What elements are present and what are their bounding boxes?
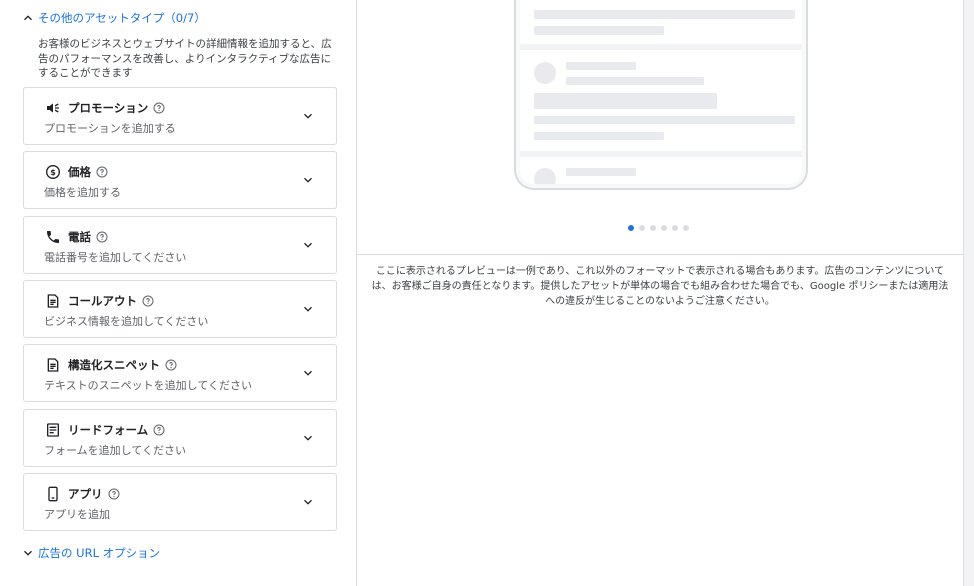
asset-card-subtitle: アプリを追加 (44, 508, 110, 521)
skeleton-line (566, 77, 704, 85)
chevron-down-icon (24, 550, 32, 556)
asset-card-phone[interactable]: 電話 電話番号を追加してください (23, 216, 337, 274)
skeleton-line (534, 26, 664, 35)
help-icon[interactable] (96, 166, 108, 178)
asset-card-app[interactable]: アプリ アプリを追加 (23, 473, 337, 531)
carousel-dot[interactable] (661, 225, 667, 231)
chevron-down-icon[interactable] (301, 238, 315, 252)
section-description: お客様のビジネスとウェブサイトの詳細情報を追加すると、広告のパフォーマンスを改善… (38, 38, 332, 79)
asset-card-subtitle: プロモーションを追加する (44, 122, 176, 135)
preview-divider (357, 254, 963, 255)
carousel-dot[interactable] (650, 225, 656, 231)
asset-card-subtitle: ビジネス情報を追加してください (44, 315, 209, 328)
skeleton-headline (534, 93, 717, 109)
help-icon[interactable] (96, 231, 108, 243)
carousel-dot[interactable] (672, 225, 678, 231)
chevron-down-icon[interactable] (301, 173, 315, 187)
help-icon[interactable] (153, 102, 165, 114)
megaphone-icon (47, 103, 59, 113)
carousel-dot[interactable] (683, 225, 689, 231)
chevron-down-icon[interactable] (301, 109, 315, 123)
ad-preview-panel: ここに表示されるプレビューは一例であり、これ以外のフォーマットで表示される場合も… (357, 0, 963, 586)
url-options-title: 広告の URL オプション (38, 546, 161, 560)
preview-separator (520, 151, 802, 157)
chevron-down-icon[interactable] (301, 366, 315, 380)
scrollbar-track[interactable] (963, 0, 974, 586)
other-asset-types-toggle[interactable]: その他のアセットタイプ（0/7） (21, 10, 206, 26)
phone-screen (520, 0, 802, 184)
ad-url-options-toggle[interactable]: 広告の URL オプション (21, 545, 160, 561)
phone-icon (47, 231, 59, 243)
preview-separator (520, 44, 802, 50)
asset-card-subtitle: 価格を追加する (44, 186, 121, 199)
carousel-indicator (628, 225, 689, 231)
asset-card-title: 電話 (68, 229, 108, 245)
carousel-dot[interactable] (639, 225, 645, 231)
help-icon[interactable] (153, 424, 165, 436)
skeleton-avatar (534, 62, 556, 84)
skeleton-avatar (534, 168, 556, 184)
document-icon (47, 294, 59, 308)
price-icon: $ (46, 165, 60, 179)
asset-card-promotion[interactable]: プロモーション プロモーションを追加する (23, 87, 337, 145)
skeleton-line (534, 10, 795, 19)
svg-text:$: $ (50, 168, 56, 177)
help-icon[interactable] (142, 295, 154, 307)
asset-card-title: 構造化スニペット (68, 357, 177, 373)
asset-settings-panel: その他のアセットタイプ（0/7） お客様のビジネスとウェブサイトの詳細情報を追加… (0, 0, 356, 586)
skeleton-line (534, 132, 664, 140)
chevron-up-icon (24, 15, 32, 21)
help-icon[interactable] (165, 359, 177, 371)
carousel-dot[interactable] (628, 225, 634, 231)
asset-card-subtitle: テキストのスニペットを追加してください (44, 379, 253, 392)
asset-card-title: 価格 (68, 164, 108, 180)
asset-card-title: リードフォーム (68, 422, 165, 438)
mobile-icon (48, 486, 58, 502)
asset-card-lead-form[interactable]: リードフォーム フォームを追加してください (23, 409, 337, 467)
form-icon (47, 423, 59, 437)
chevron-down-icon[interactable] (301, 302, 315, 316)
asset-card-title: コールアウト (68, 293, 154, 309)
asset-card-subtitle: フォームを追加してください (44, 444, 187, 457)
section-title: その他のアセットタイプ（0/7） (38, 11, 206, 25)
skeleton-line (566, 62, 636, 70)
help-icon[interactable] (108, 488, 120, 500)
asset-card-title: プロモーション (68, 100, 165, 116)
chevron-down-icon[interactable] (301, 431, 315, 445)
asset-card-title: アプリ (68, 486, 120, 502)
asset-card-price[interactable]: $ 価格 価格を追加する (23, 151, 337, 209)
chevron-down-icon[interactable] (301, 495, 315, 509)
skeleton-line (534, 116, 795, 124)
asset-card-subtitle: 電話番号を追加してください (44, 251, 187, 264)
phone-preview-frame (514, 0, 808, 190)
skeleton-line (566, 168, 636, 176)
document-icon (47, 358, 59, 372)
preview-disclaimer: ここに表示されるプレビューは一例であり、これ以外のフォーマットで表示される場合も… (371, 266, 949, 307)
asset-card-callout[interactable]: コールアウト ビジネス情報を追加してください (23, 280, 337, 338)
asset-card-structured-snippet[interactable]: 構造化スニペット テキストのスニペットを追加してください (23, 344, 337, 402)
